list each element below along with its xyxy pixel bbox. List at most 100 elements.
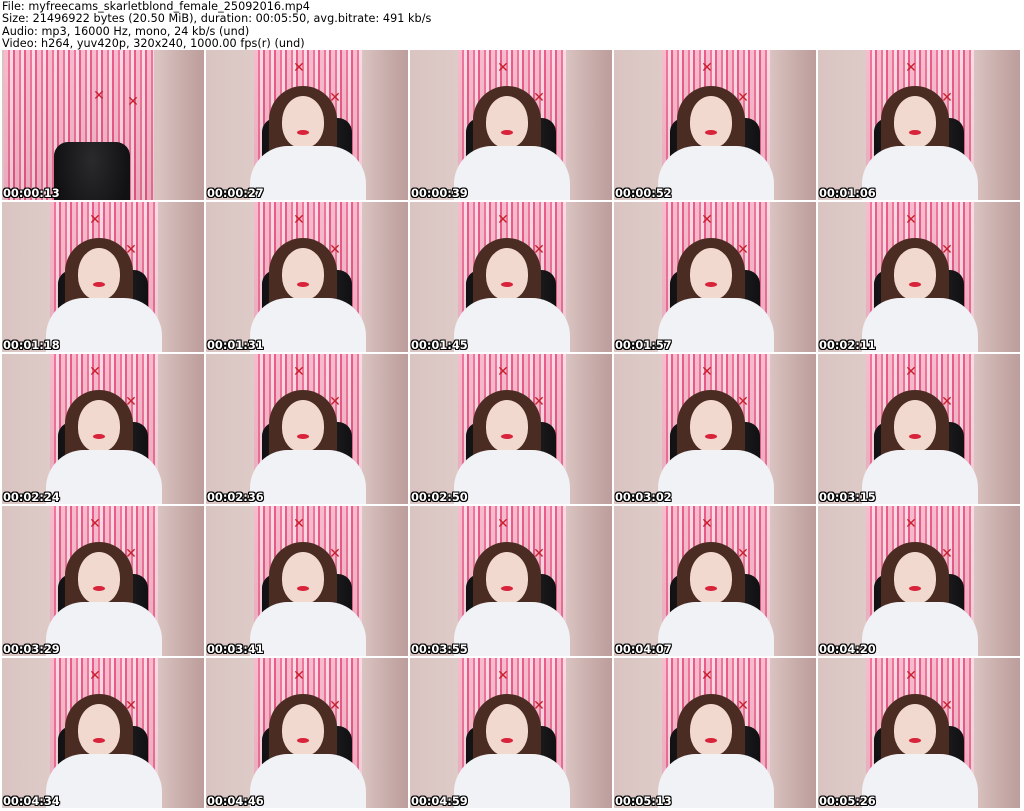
video-thumbnail[interactable]: ✕ ✕ 00:04:59: [410, 658, 612, 808]
video-thumbnail[interactable]: ✕ ✕ 00:03:15: [818, 354, 1020, 504]
person-face: [486, 400, 528, 452]
person-face: [282, 400, 324, 452]
person-figure: [206, 506, 408, 656]
thumbnail-timestamp: 00:00:27: [207, 186, 264, 200]
thumbnail-timestamp: 00:00:13: [3, 186, 60, 200]
video-thumbnail[interactable]: ✕ ✕ 00:01:18: [2, 202, 204, 352]
person-lips: [297, 586, 309, 591]
person-lips: [705, 434, 717, 439]
video-thumbnail[interactable]: ✕ ✕ 00:01:45: [410, 202, 612, 352]
person-figure: [410, 354, 612, 504]
person-figure: [614, 506, 816, 656]
person-figure: [410, 202, 612, 352]
person-figure: [818, 202, 1020, 352]
person-lips: [501, 586, 513, 591]
person-shirt: [658, 298, 774, 352]
person-figure: [206, 658, 408, 808]
thumbnail-timestamp: 00:01:45: [411, 338, 468, 352]
thumbnail-timestamp: 00:04:07: [615, 642, 672, 656]
video-thumbnail[interactable]: ✕ ✕ 00:05:13: [614, 658, 816, 808]
thumbnail-timestamp: 00:02:11: [819, 338, 876, 352]
video-thumbnail[interactable]: ✕ ✕ 00:05:26: [818, 658, 1020, 808]
thumbnail-timestamp: 00:00:39: [411, 186, 468, 200]
person-lips: [297, 282, 309, 287]
person-face: [486, 704, 528, 756]
thumbnail-timestamp: 00:03:02: [615, 490, 672, 504]
video-thumbnail[interactable]: ✕ ✕ 00:02:36: [206, 354, 408, 504]
video-thumbnail[interactable]: ✕ ✕ 00:04:34: [2, 658, 204, 808]
person-shirt: [862, 146, 978, 200]
person-face: [894, 96, 936, 148]
person-face: [78, 552, 120, 604]
person-shirt: [250, 602, 366, 656]
person-lips: [297, 130, 309, 135]
person-lips: [501, 282, 513, 287]
person-face: [486, 248, 528, 300]
person-lips: [93, 434, 105, 439]
person-lips: [93, 282, 105, 287]
person-shirt: [250, 754, 366, 808]
thumbnail-timestamp: 00:04:59: [411, 794, 468, 808]
person-lips: [909, 130, 921, 135]
person-figure: [818, 506, 1020, 656]
person-face: [282, 96, 324, 148]
person-figure: [410, 658, 612, 808]
video-thumbnail[interactable]: ✕ ✕ 00:04:20: [818, 506, 1020, 656]
person-face: [690, 704, 732, 756]
video-info-line: Video: h264, yuv420p, 320x240, 1000.00 f…: [2, 37, 305, 51]
person-lips: [909, 738, 921, 743]
person-shirt: [454, 450, 570, 504]
person-lips: [705, 130, 717, 135]
person-figure: [818, 354, 1020, 504]
person-lips: [297, 738, 309, 743]
person-figure: [614, 354, 816, 504]
person-figure: [2, 658, 204, 808]
person-face: [282, 704, 324, 756]
video-thumbnail[interactable]: ✕ ✕ 00:02:24: [2, 354, 204, 504]
person-face: [690, 400, 732, 452]
wall-shadow: [159, 50, 204, 200]
thumbnail-timestamp: 00:04:20: [819, 642, 876, 656]
person-face: [894, 552, 936, 604]
video-thumbnail[interactable]: ✕ ✕ 00:03:55: [410, 506, 612, 656]
person-shirt: [454, 146, 570, 200]
person-shirt: [454, 754, 570, 808]
person-shirt: [250, 146, 366, 200]
person-lips: [705, 738, 717, 743]
video-thumbnail[interactable]: ✕ ✕ 00:00:13: [2, 50, 204, 200]
person-shirt: [250, 298, 366, 352]
video-thumbnail[interactable]: ✕ ✕ 00:04:46: [206, 658, 408, 808]
person-lips: [501, 130, 513, 135]
video-thumbnail[interactable]: ✕ ✕ 00:03:41: [206, 506, 408, 656]
person-lips: [705, 586, 717, 591]
video-thumbnail[interactable]: ✕ ✕ 00:02:50: [410, 354, 612, 504]
video-thumbnail[interactable]: ✕ ✕ 00:01:06: [818, 50, 1020, 200]
video-thumbnail[interactable]: ✕ ✕ 00:03:02: [614, 354, 816, 504]
video-thumbnail[interactable]: ✕ ✕ 00:01:57: [614, 202, 816, 352]
person-lips: [501, 434, 513, 439]
video-thumbnail[interactable]: ✕ ✕ 00:00:27: [206, 50, 408, 200]
bow-icon: ✕: [93, 88, 105, 104]
person-face: [78, 704, 120, 756]
person-shirt: [658, 602, 774, 656]
video-thumbnail[interactable]: ✕ ✕ 00:00:52: [614, 50, 816, 200]
person-shirt: [862, 298, 978, 352]
person-figure: [614, 658, 816, 808]
thumbnail-timestamp: 00:03:55: [411, 642, 468, 656]
video-thumbnail[interactable]: ✕ ✕ 00:01:31: [206, 202, 408, 352]
person-shirt: [658, 146, 774, 200]
video-thumbnail[interactable]: ✕ ✕ 00:00:39: [410, 50, 612, 200]
person-figure: [206, 354, 408, 504]
person-face: [894, 400, 936, 452]
video-thumbnail[interactable]: ✕ ✕ 00:04:07: [614, 506, 816, 656]
thumbnail-timestamp: 00:04:34: [3, 794, 60, 808]
person-figure: [2, 506, 204, 656]
person-face: [282, 248, 324, 300]
thumbnail-timestamp: 00:02:36: [207, 490, 264, 504]
person-shirt: [454, 298, 570, 352]
video-thumbnail[interactable]: ✕ ✕ 00:03:29: [2, 506, 204, 656]
video-thumbnail[interactable]: ✕ ✕ 00:02:11: [818, 202, 1020, 352]
person-lips: [909, 434, 921, 439]
person-lips: [909, 586, 921, 591]
person-shirt: [46, 450, 162, 504]
